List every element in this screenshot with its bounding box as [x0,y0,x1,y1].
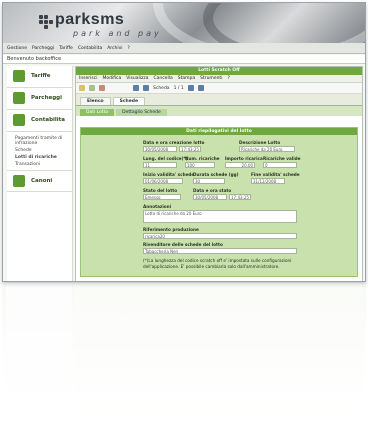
menu-visualizza[interactable]: Visualizza [126,76,148,81]
first-record-icon[interactable] [133,85,139,91]
sidebar-item-canoni[interactable]: Canoni [7,170,73,192]
notes-label: Annotazioni [143,204,172,209]
num-recharges-field[interactable]: 100 [185,162,215,168]
menu-parcheggi[interactable]: Parcheggi [32,46,54,51]
status-date-label: Data e ora stato [193,188,232,193]
tab-schede[interactable]: Schede [112,97,146,105]
created-time-field[interactable]: 17:43:25 [179,146,201,152]
menu-help[interactable]: ? [128,46,130,51]
header-banner: parksms park and pay [3,3,365,43]
main-tabs: Elenco Schede [76,94,362,106]
tariff-icon [13,70,25,82]
menu-strumenti[interactable]: Strumenti [200,76,222,81]
app-window: parksms park and pay Gestione Parcheggi … [2,2,366,282]
code-length-label: Lung. del codice(*) [143,156,188,161]
sidebar-item-label: Contabilita [31,117,66,123]
menu-tariffe[interactable]: Tariffe [59,46,73,51]
sidebar-item-label: Canoni [31,178,53,184]
footnote-line-2: dell'applicazione. E' possibile cambiarl… [143,264,280,269]
main-menubar: Gestione Parcheggi Tariffe Contabilita A… [3,43,365,54]
record-label: Scheda [153,85,170,91]
status-time-field[interactable]: 17:43:25 [229,194,251,200]
description-field[interactable]: Ricariche da 20 Euro [239,146,295,152]
next-record-icon[interactable] [187,85,194,91]
document-window: Lotti Scratch Off Inserisci Modifica Vis… [75,66,363,281]
code-length-field[interactable]: 11 [143,162,177,168]
status-label: Stato del lotto [143,188,178,193]
menu-modifica[interactable]: Modifica [102,76,121,81]
reflection-fade [0,283,368,433]
last-record-icon[interactable] [197,85,204,91]
notes-textarea[interactable]: Lotto di ricariche da 20 Euro [143,210,297,223]
sidebar: Tariffe Parcheggi Contabilita Pagamenti … [7,66,73,281]
brand-tagline: park and pay [73,29,162,38]
start-label: Inizio validita' schede [143,172,195,177]
menu-help[interactable]: ? [227,76,229,81]
duration-label: Durata schede (gg) [193,172,239,177]
menu-inserisci[interactable]: Inserisci [79,76,97,81]
created-label: Data e ora creazione lotto [143,140,205,145]
sidebar-subitem[interactable]: Schede [15,148,32,153]
tab-dettaglio-schede[interactable]: Dettaglio Schede [116,109,167,116]
welcome-text: Benvenuto backoffice [3,55,365,64]
sidebar-item-label: Parcheggi [31,95,62,101]
lot-form: Dati riepilogativi del lotto Data e ora … [80,127,358,277]
card-seller-label: Rivenditore delle schede del lotto [143,242,223,247]
window-menubar: Inserisci Modifica Visualizza Cancella S… [76,75,362,83]
amount-label: Importo ricarica [225,156,263,161]
menu-contabilita[interactable]: Contabilita [78,46,102,51]
fees-icon [13,175,25,187]
menu-archivi[interactable]: Archivi [107,46,122,51]
sidebar-subitem[interactable]: Lotti di ricariche [15,155,57,160]
validity-field[interactable]: 0 [263,162,297,168]
description-label: Descrizione Lotto [239,140,281,145]
amount-field[interactable]: 20,00 [225,162,255,168]
num-recharges-label: Num. ricariche [185,156,220,161]
end-label: Fine validita' schede [251,172,300,177]
created-date-field[interactable]: 30/05/2008 [143,146,177,152]
save-icon[interactable] [89,85,95,91]
menu-cancella[interactable]: Cancella [153,76,172,81]
record-position: 1 / 1 [173,85,184,91]
sidebar-item-tariffe[interactable]: Tariffe [7,66,73,88]
card-seller-field[interactable]: Tabaccheria Neri [143,248,297,254]
start-field[interactable]: 01/06/2008 [143,178,183,184]
prev-record-icon[interactable] [143,85,149,91]
sidebar-item-label: Tariffe [31,73,51,79]
sidebar-subitem[interactable]: Pagamenti tramite di infrazione [15,136,71,146]
brand-name: parksms [55,11,125,28]
tab-dati-lotto[interactable]: Dati Lotto [80,109,115,116]
form-section-title: Dati riepilogativi del lotto [81,128,357,135]
sidebar-item-parcheggi[interactable]: Parcheggi [7,88,73,110]
tab-elenco[interactable]: Elenco [80,97,111,105]
new-icon[interactable] [79,85,85,91]
validity-label: Ricariche valide [263,156,301,161]
menu-stampa[interactable]: Stampa [178,76,195,81]
production-ref-field[interactable]: ricarica20 [143,233,297,239]
menu-gestione[interactable]: Gestione [7,46,27,51]
parking-icon [13,92,25,104]
delete-icon[interactable] [99,85,105,91]
window-title: Lotti Scratch Off [76,67,362,75]
footnote-line-1: (*)La lunghezza del codice scratch off e… [143,258,292,263]
window-toolbar: Scheda 1 / 1 [76,83,362,94]
sidebar-subitem[interactable]: Transazioni [15,162,40,167]
status-select[interactable]: Emesso [143,194,181,200]
production-ref-label: Riferimento produzione [143,227,199,232]
accounting-icon [13,114,25,126]
logo-icon [39,15,53,29]
status-date-field[interactable]: 30/05/2008 [193,194,227,200]
sidebar-item-contabilita[interactable]: Contabilita [7,110,73,132]
duration-field[interactable]: 30 [193,178,225,184]
sub-tabs: Dati Lotto Dettaglio Schede [76,106,362,116]
end-field[interactable]: 31/12/2008 [251,178,285,184]
